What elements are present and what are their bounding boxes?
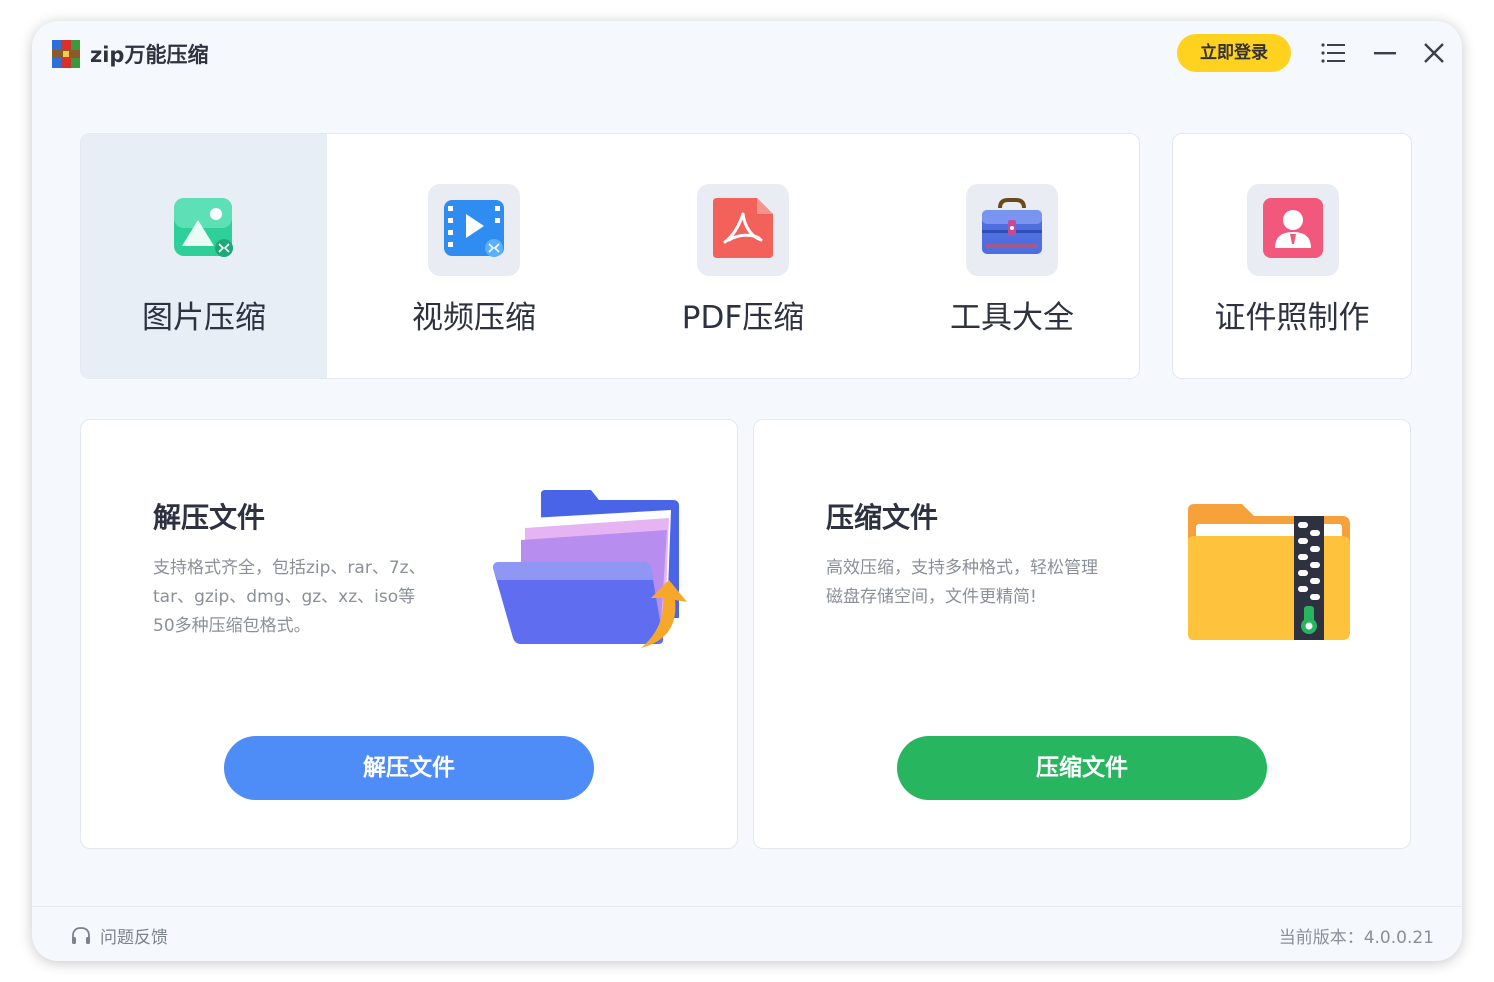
zip-folder-icon (1188, 504, 1350, 640)
tool-strip: 图片压缩 视频压缩 PDF压缩 工具大全 (80, 133, 1140, 379)
minimize-icon[interactable] (1368, 36, 1402, 70)
extract-button[interactable]: 解压文件 (224, 736, 594, 800)
login-button[interactable]: 立即登录 (1177, 34, 1291, 72)
tool-icon-box (428, 184, 520, 276)
compress-card: 压缩文件 高效压缩，支持多种格式，轻松管理 磁盘存储空间，文件更精简! 压缩文件 (753, 419, 1411, 849)
tool-icon-box (966, 184, 1058, 276)
tool-label: 证件照制作 (1214, 300, 1370, 336)
tool-icon-box (158, 184, 250, 276)
tool-video-compress[interactable]: 视频压缩 (351, 134, 597, 378)
extract-title: 解压文件 (153, 501, 266, 534)
compress-desc-line: 磁盘存储空间，文件更精简! (826, 587, 1037, 607)
extract-card: 解压文件 支持格式齐全，包括zip、rar、7z、 tar、gzip、dmg、g… (80, 419, 738, 849)
tool-image-compress[interactable]: 图片压缩 (81, 134, 327, 378)
tool-label: 图片压缩 (142, 300, 266, 336)
app-logo-icon (52, 40, 80, 68)
id-photo-icon (1263, 198, 1323, 258)
tool-label: 视频压缩 (412, 300, 536, 336)
extract-desc-line: tar、gzip、dmg、gz、xz、iso等 (153, 587, 416, 607)
menu-icon[interactable] (1317, 36, 1351, 70)
extract-desc-line: 50多种压缩包格式。 (153, 616, 311, 636)
compress-button[interactable]: 压缩文件 (897, 736, 1267, 800)
extract-description: 支持格式齐全，包括zip、rar、7z、 tar、gzip、dmg、gz、xz、… (153, 554, 453, 641)
tool-label: 工具大全 (950, 300, 1074, 336)
close-icon[interactable] (1417, 36, 1451, 70)
tool-pdf-compress[interactable]: PDF压缩 (620, 134, 866, 378)
toolbox-icon (982, 198, 1042, 254)
compress-desc-line: 高效压缩，支持多种格式，轻松管理 (826, 558, 1098, 578)
extract-desc-line: 支持格式齐全，包括zip、rar、7z、 (153, 558, 426, 578)
version-label: 当前版本：4.0.0.21 (1278, 928, 1434, 948)
tool-label: PDF压缩 (681, 300, 805, 336)
feedback-label: 问题反馈 (100, 928, 168, 948)
tool-icon-box (697, 184, 789, 276)
app-window: zip万能压缩 立即登录 图片压缩 视频压缩 PDF压缩 工具大全 证件照制作 … (32, 21, 1462, 961)
headset-icon (72, 927, 90, 944)
tool-toolbox[interactable]: 工具大全 (889, 134, 1135, 378)
open-folder-icon (493, 490, 687, 648)
footer-divider (32, 906, 1462, 907)
compress-description: 高效压缩，支持多种格式，轻松管理 磁盘存储空间，文件更精简! (826, 554, 1126, 612)
image-compress-icon (174, 198, 233, 257)
tool-id-photo[interactable]: 证件照制作 (1172, 133, 1412, 379)
app-title: zip万能压缩 (90, 43, 209, 67)
tool-icon-box (1247, 184, 1339, 276)
pdf-compress-icon (713, 198, 773, 258)
video-compress-icon (444, 200, 504, 257)
compress-title: 压缩文件 (826, 501, 939, 534)
